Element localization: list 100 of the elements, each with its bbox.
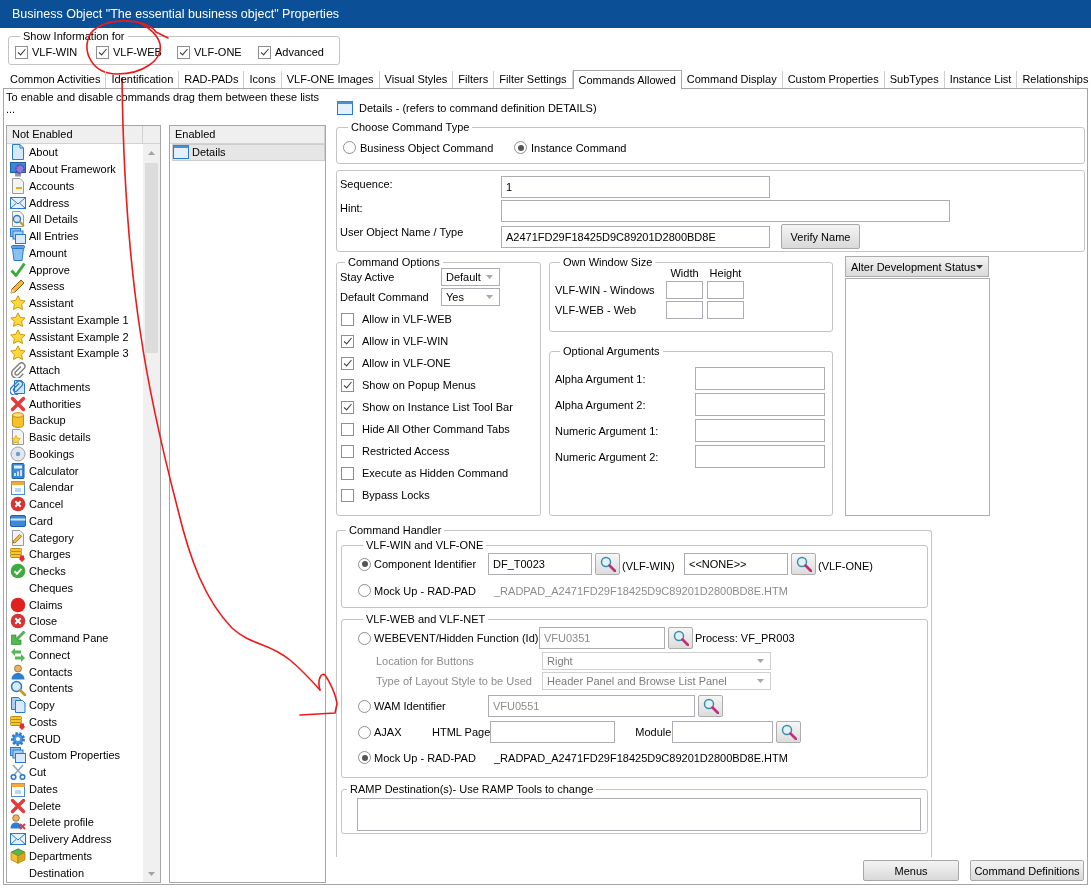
tab[interactable]: Commands Allowed bbox=[572, 70, 682, 89]
list-item[interactable]: Close bbox=[9, 613, 143, 630]
ramp-destinations-field[interactable] bbox=[357, 798, 921, 831]
list-item[interactable]: Connect bbox=[9, 646, 143, 664]
module-field[interactable] bbox=[672, 721, 774, 743]
checkbox[interactable] bbox=[258, 45, 271, 59]
component-field[interactable]: <<NONE>> bbox=[684, 553, 788, 575]
dialog-button[interactable]: Command Definitions bbox=[970, 860, 1084, 881]
radio-button[interactable] bbox=[358, 584, 371, 597]
list-item[interactable]: Assistant Example 2 bbox=[9, 328, 143, 345]
list-item[interactable]: Cancel bbox=[9, 495, 143, 513]
list-item[interactable]: Destination bbox=[9, 864, 143, 881]
checkbox[interactable] bbox=[341, 400, 354, 414]
checkbox[interactable] bbox=[341, 488, 354, 502]
radio-button[interactable] bbox=[358, 725, 371, 739]
search-button[interactable] bbox=[791, 553, 816, 575]
list-item[interactable]: Command Pane bbox=[9, 629, 143, 647]
alter-status-button[interactable]: Alter Development Status bbox=[845, 256, 989, 277]
dropdown[interactable]: Yes bbox=[441, 288, 500, 306]
list-item[interactable]: Details bbox=[172, 144, 325, 161]
list-item[interactable]: About Framework bbox=[9, 160, 143, 178]
checkbox[interactable] bbox=[341, 356, 354, 370]
checkbox[interactable] bbox=[15, 45, 28, 59]
size-field[interactable] bbox=[666, 281, 703, 299]
component-field[interactable]: DF_T0023 bbox=[488, 553, 592, 575]
list-item[interactable]: Assistant Example 1 bbox=[9, 311, 143, 329]
list-item[interactable]: Amount bbox=[9, 244, 143, 262]
wam-field[interactable]: VFU0551 bbox=[488, 695, 695, 717]
list-item[interactable]: Attach bbox=[9, 361, 143, 379]
list-item[interactable]: Calendar bbox=[9, 479, 143, 496]
list-item[interactable]: Charges bbox=[9, 546, 143, 563]
html-page-field[interactable] bbox=[490, 721, 616, 743]
verify-name-button[interactable]: Verify Name bbox=[781, 224, 860, 249]
list-item[interactable]: All Details bbox=[9, 211, 143, 228]
list-item[interactable]: CRUD bbox=[9, 730, 143, 747]
list-item[interactable]: Dates bbox=[9, 780, 143, 798]
sequence-field[interactable]: 1 bbox=[501, 176, 770, 198]
list-item[interactable]: Delete profile bbox=[9, 814, 143, 831]
list-item[interactable]: Basic details bbox=[9, 428, 143, 446]
search-button[interactable] bbox=[698, 695, 723, 717]
size-field[interactable] bbox=[666, 301, 703, 319]
radio-button[interactable] bbox=[358, 631, 371, 645]
list-item[interactable]: Departments bbox=[9, 847, 143, 865]
dropdown[interactable]: Default bbox=[441, 268, 500, 286]
argument-field[interactable] bbox=[695, 367, 825, 390]
checkbox[interactable] bbox=[341, 312, 354, 326]
radio-button[interactable] bbox=[343, 141, 356, 154]
list-item[interactable]: Assistant bbox=[9, 294, 143, 312]
checkbox[interactable] bbox=[341, 334, 354, 348]
list-item[interactable]: Costs bbox=[9, 713, 143, 731]
scrollbar-thumb[interactable] bbox=[145, 163, 158, 353]
radio-button[interactable] bbox=[358, 699, 371, 713]
list-item[interactable]: Bookings bbox=[9, 445, 143, 463]
list-item[interactable]: Authorities bbox=[9, 395, 143, 412]
search-button[interactable] bbox=[595, 553, 620, 575]
list-item[interactable]: Contacts bbox=[9, 663, 143, 680]
checkbox[interactable] bbox=[341, 378, 354, 392]
list-item[interactable]: Assess bbox=[9, 278, 143, 295]
list-item[interactable]: Cheques bbox=[9, 579, 143, 597]
list-item[interactable]: Copy bbox=[9, 696, 143, 714]
checkbox[interactable] bbox=[177, 45, 190, 59]
radio-button[interactable] bbox=[514, 141, 527, 154]
list-item[interactable]: Attachments bbox=[9, 378, 143, 396]
list-item[interactable]: Card bbox=[9, 512, 143, 530]
list-item[interactable]: All Entries bbox=[9, 227, 143, 245]
list-item[interactable]: Accounts bbox=[9, 177, 143, 195]
list-item[interactable]: About bbox=[9, 144, 143, 161]
argument-field[interactable] bbox=[695, 419, 825, 442]
search-button[interactable] bbox=[668, 627, 693, 649]
function-field[interactable]: VFU0351 bbox=[539, 627, 665, 649]
list-item[interactable]: Checks bbox=[9, 562, 143, 580]
list-item[interactable]: Cut bbox=[9, 763, 143, 781]
user-object-field[interactable]: A2471FD29F18425D9C89201D2800BD8E bbox=[501, 225, 770, 248]
radio-button[interactable] bbox=[358, 751, 371, 764]
list-item[interactable]: Calculator bbox=[9, 462, 143, 479]
list-item[interactable]: Address bbox=[9, 194, 143, 211]
list-item[interactable]: Backup bbox=[9, 412, 143, 429]
argument-field[interactable] bbox=[695, 445, 825, 468]
list-item[interactable]: Approve bbox=[9, 261, 143, 278]
radio-button[interactable] bbox=[358, 557, 371, 571]
arrow-up-icon[interactable] bbox=[148, 150, 155, 155]
list-item[interactable]: Delete bbox=[9, 797, 143, 814]
list-item[interactable]: Contents bbox=[9, 680, 143, 697]
search-button[interactable] bbox=[776, 721, 802, 743]
checkbox[interactable] bbox=[341, 422, 354, 436]
checkbox[interactable] bbox=[341, 444, 354, 458]
checkbox[interactable] bbox=[341, 466, 354, 480]
list-item[interactable]: Category bbox=[9, 529, 143, 546]
argument-field[interactable] bbox=[695, 393, 825, 416]
size-field[interactable] bbox=[707, 281, 744, 299]
list-item[interactable]: Assistant Example 3 bbox=[9, 345, 143, 362]
list-item[interactable]: Delivery Address bbox=[9, 830, 143, 848]
hint-field[interactable] bbox=[501, 200, 950, 222]
arrow-down-icon[interactable] bbox=[148, 871, 155, 876]
dialog-button[interactable]: Menus bbox=[863, 860, 959, 881]
list-item[interactable]: Claims bbox=[9, 596, 143, 613]
list-item[interactable]: Custom Properties bbox=[9, 747, 143, 764]
size-field[interactable] bbox=[707, 301, 744, 319]
checkbox[interactable] bbox=[96, 45, 109, 59]
scrollbar[interactable] bbox=[143, 144, 160, 882]
